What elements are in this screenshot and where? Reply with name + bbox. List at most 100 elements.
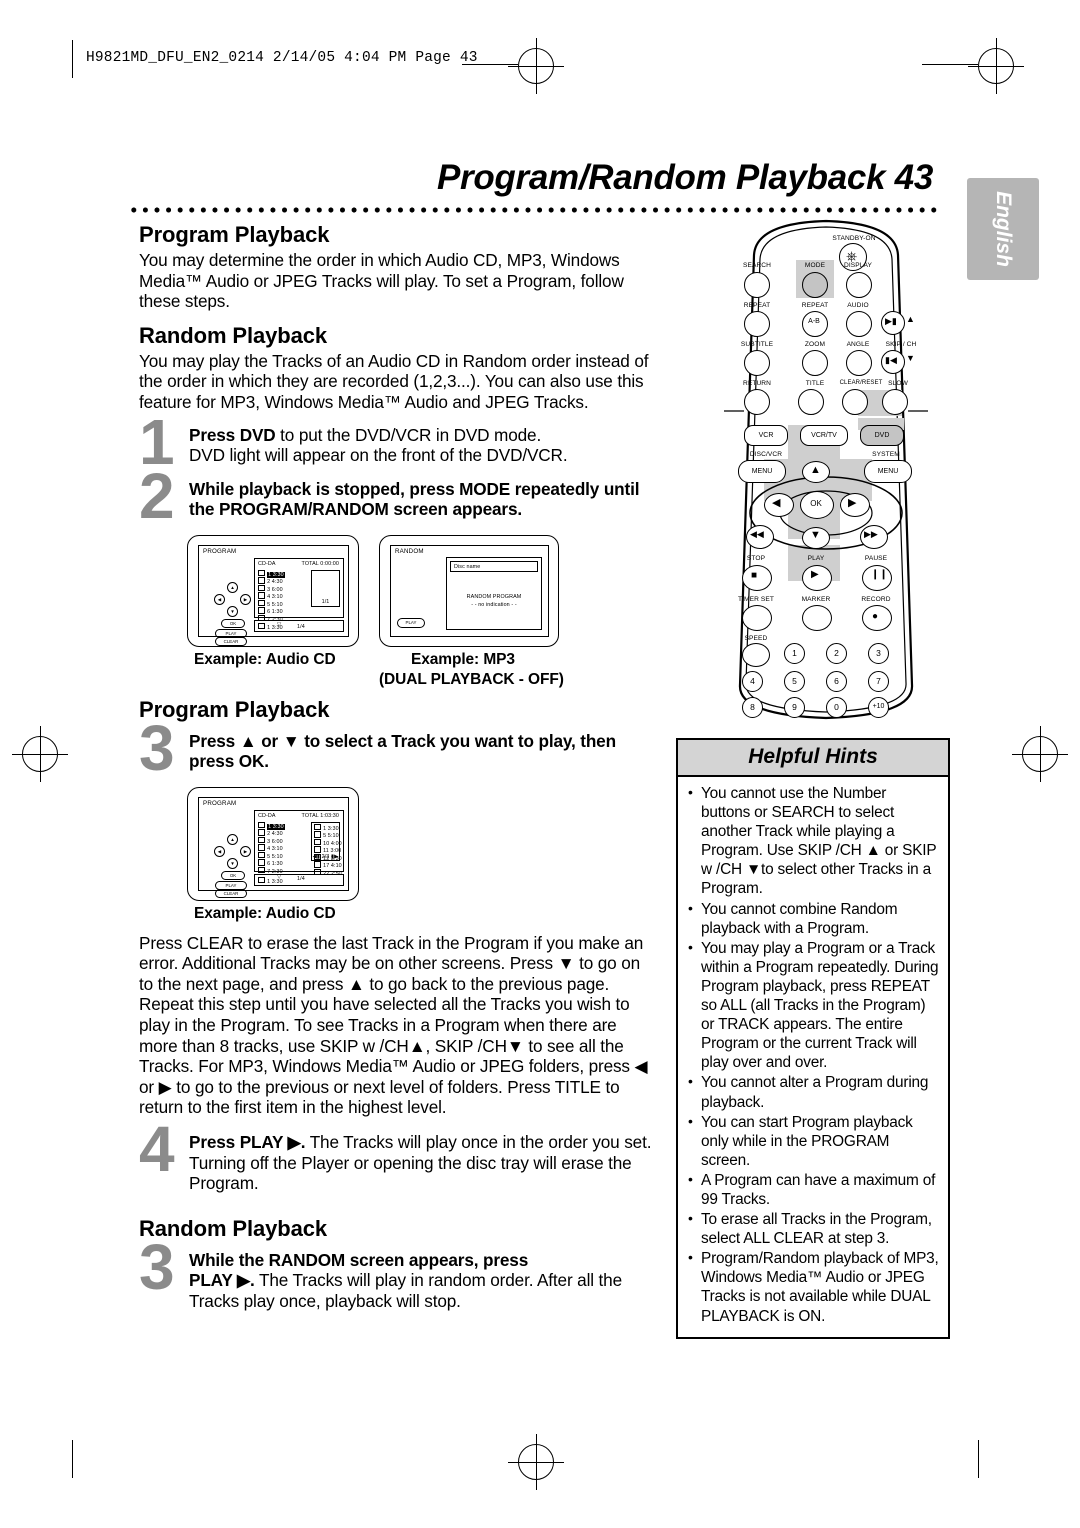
number-button-0[interactable]: 0 — [826, 697, 847, 718]
up-arrow-key: ▲ — [227, 833, 238, 845]
step-1-line2: DVD light will appear on the front of th… — [189, 445, 568, 466]
status-checkbox — [258, 876, 265, 884]
manual-page: H9821MD_DFU_EN2_0214 2/14/05 4:04 PM Pag… — [0, 0, 1080, 1528]
display-button[interactable] — [846, 272, 872, 298]
subtitle-label: SUBTITLE — [740, 341, 774, 348]
osd-no-indication-text: - - no indication - - — [471, 601, 517, 608]
return-button[interactable] — [744, 389, 770, 415]
timer-set-button[interactable] — [742, 605, 772, 631]
title-dot-rule — [128, 205, 940, 215]
status-checkbox — [258, 622, 265, 630]
osd-title-random: RANDOM — [395, 547, 424, 555]
number-button-plus10[interactable]: +10 — [868, 697, 889, 718]
slow-button[interactable] — [882, 389, 908, 415]
header-rule — [72, 40, 73, 78]
status-value: 1 3:30 — [267, 878, 283, 885]
search-button[interactable] — [744, 272, 770, 298]
play-label: PLAY — [807, 555, 825, 562]
number-button-6[interactable]: 6 — [826, 671, 847, 692]
number-button-7[interactable]: 7 — [868, 671, 889, 692]
standby-on-label: STANDBY-ON — [832, 235, 876, 242]
skip-down-arrow-icon: ▼ — [906, 353, 915, 363]
repeat-button[interactable] — [744, 311, 770, 337]
number-button-2[interactable]: 2 — [826, 643, 847, 664]
heading-program-playback-2: Program Playback — [139, 696, 330, 722]
number-button-9[interactable]: 9 — [784, 697, 805, 718]
zoom-label: ZOOM — [804, 341, 826, 348]
step-4: 4 Press PLAY ▶. The Tracks will play onc… — [139, 1117, 654, 1194]
program-checkbox — [314, 861, 321, 868]
program-checkbox — [314, 846, 321, 853]
vcr-button[interactable]: VCR — [744, 425, 788, 446]
number-button-8[interactable]: 8 — [742, 697, 763, 718]
step-1: 1 Press DVD to put the DVD/VCR in DVD mo… — [139, 410, 654, 474]
step-random-3-rest: The Tracks will play in random order. Af… — [189, 1270, 622, 1311]
heading-random-playback-1: Random Playback — [139, 322, 328, 348]
program-checkbox — [314, 838, 321, 846]
number-button-4[interactable]: 4 — [742, 671, 763, 692]
record-label: RECORD — [861, 596, 891, 603]
number-button-5[interactable]: 5 — [784, 671, 805, 692]
osd-frame: PROGRAM ▲ ◀ ▶ ▼ OK PLAY CLEAR CD-DA TOTA… — [198, 796, 349, 898]
step-random-3-text: While the RANDOM screen appears, press P… — [189, 1250, 654, 1312]
title-button[interactable] — [798, 389, 824, 415]
down-arrow-key: ▼ — [227, 605, 238, 617]
clear-reset-button[interactable] — [842, 389, 868, 415]
crop-mark-bottom-left — [72, 1440, 73, 1478]
osd-key-guide: ▲ ◀ ▶ ▼ OK PLAY CLEAR — [211, 581, 253, 646]
osd-track-column: 1 3:30 2 4:30 3 6:00 4 3:10 5 5:10 6 1:3… — [257, 569, 307, 630]
ok-key: OK — [221, 618, 245, 628]
hint-item: To erase all Tracks in the Program, sele… — [686, 1209, 939, 1248]
step-random-3-bold1: While the RANDOM screen appears, press — [189, 1249, 529, 1270]
text-random-playback-intro: You may play the Tracks of an Audio CD i… — [139, 350, 649, 412]
angle-button[interactable] — [846, 350, 872, 376]
speed-button[interactable] — [742, 643, 770, 667]
up-arrow-key: ▲ — [227, 581, 238, 593]
figure-random-mp3: RANDOM PLAY Disc name RANDOM PROGRAM - -… — [379, 534, 559, 647]
status-value: 1 3:30 — [267, 624, 283, 631]
dvd-button[interactable]: DVD — [860, 425, 904, 446]
page-value: 2/3 — [321, 853, 330, 860]
crop-mark-bottom-right — [978, 1440, 979, 1478]
audio-button[interactable] — [846, 311, 872, 337]
clear-key: CLEAR — [215, 636, 247, 646]
disc-vcr-label: DISC/VCR — [749, 451, 783, 458]
osd-program-column: 1 3:30 5 5:10 10 4:00 11 3:00 12 3:30 17… — [311, 821, 342, 877]
osd-list-panel: CD-DA TOTAL 1:03:30 1 3:30 2 4:30 3 6:00… — [254, 809, 344, 882]
osd-status-bar: 1 3:30 — [254, 619, 344, 632]
track-checkbox — [258, 592, 265, 599]
step-3-number: 3 — [139, 711, 175, 784]
record-icon: ● — [872, 611, 879, 622]
osd-status-bar: 1 3:30 — [254, 873, 344, 886]
step-4-number: 4 — [139, 1112, 175, 1185]
marker-button[interactable] — [802, 605, 832, 631]
osd-page-right: ◀▮ 2/3 ▮▶ — [312, 853, 339, 860]
step-3-text: Press ▲ or ▼ to select a Track you want … — [189, 730, 616, 772]
vcr-tv-button[interactable]: VCR/TV — [800, 425, 848, 446]
helpful-hints-list: You cannot use the Number buttons or SEA… — [678, 777, 948, 1337]
osd-random-program-text: RANDOM PROGRAM — [466, 593, 522, 600]
pause-icon: ❙❙ — [871, 569, 888, 580]
play-icon: ▶ — [811, 569, 819, 580]
left-arrow-icon: ◀ — [772, 497, 781, 509]
track-checkbox — [258, 607, 265, 614]
repeat-ab-label: REPEAT — [801, 302, 829, 309]
osd-program-column: 1/1 — [311, 569, 340, 607]
figure-row-1: PROGRAM ▲ ◀ ▶ ▼ OK PLAY CLEAR CD-DA TOTA… — [139, 534, 654, 688]
registration-mark-left — [12, 726, 68, 782]
number-button-1[interactable]: 1 — [784, 643, 805, 664]
subtitle-button[interactable] — [744, 350, 770, 376]
left-arrow-key: ◀ — [214, 845, 225, 857]
osd-disc-type: CD-DA — [258, 560, 276, 567]
zoom-button[interactable] — [802, 350, 828, 376]
print-filestamp: H9821MD_DFU_EN2_0214 2/14/05 4:04 PM Pag… — [86, 50, 478, 66]
side-tab-english: English — [967, 178, 1039, 280]
step-4-bold: Press PLAY ▶. — [189, 1131, 306, 1152]
mode-button[interactable] — [802, 272, 828, 298]
caption-mp3-dual: (DUAL PLAYBACK - OFF) — [379, 670, 564, 688]
number-button-3[interactable]: 3 — [868, 643, 889, 664]
right-arrow-key: ▶ — [240, 593, 251, 605]
track-checkbox — [258, 821, 265, 829]
caption-audio-cd-1: Example: Audio CD — [194, 650, 336, 668]
return-label: RETURN — [742, 380, 772, 387]
